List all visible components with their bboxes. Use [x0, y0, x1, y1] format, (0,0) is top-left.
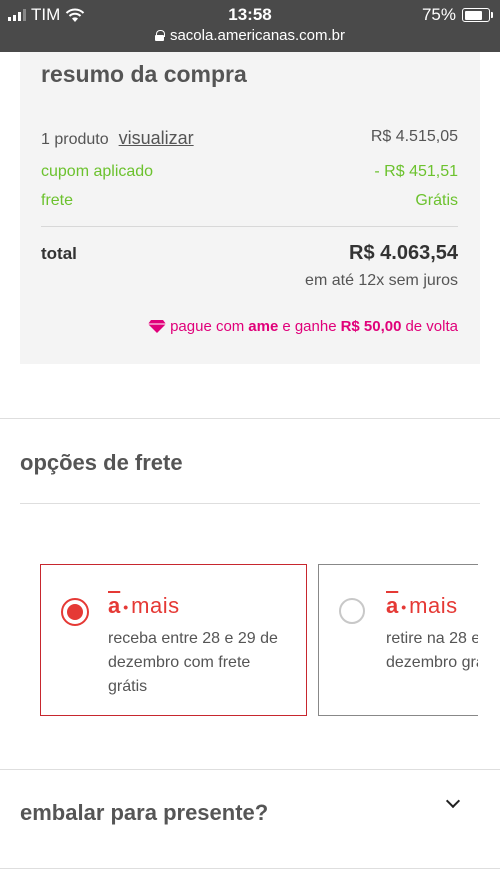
- summary-title: resumo da compra: [41, 61, 247, 87]
- shipping-option-description: retire na 28 e 29 de dezembro grátis: [386, 630, 478, 671]
- ame-brand: ame: [248, 318, 279, 335]
- shipping-label: frete: [41, 192, 74, 209]
- ame-diamond-icon: [148, 320, 167, 333]
- shipping-option-card[interactable]: a • mais receba entre 28 e 29 de dezembro …: [40, 564, 307, 716]
- order-summary-card: resumo da compra 1 produto visualizar R$ …: [20, 52, 480, 364]
- gift-wrap-title[interactable]: embalar para presente?: [20, 800, 268, 826]
- address-bar[interactable]: sacola.americanas.com.br: [0, 27, 500, 44]
- lock-icon: [154, 30, 165, 41]
- ame-prefix: pague com: [170, 318, 245, 335]
- coupon-row: cupom aplicado - R$ 451,51: [41, 163, 458, 181]
- ame-mid: e ganhe: [282, 318, 337, 335]
- chevron-down-icon[interactable]: [445, 793, 461, 809]
- ame-mais-logo: a • mais: [386, 593, 458, 618]
- section-divider: [0, 769, 500, 770]
- radio-unselected[interactable]: [339, 598, 365, 624]
- coupon-label: cupom aplicado: [41, 163, 154, 180]
- view-products-link[interactable]: visualizar: [119, 128, 194, 148]
- url-text[interactable]: sacola.americanas.com.br: [170, 27, 345, 44]
- summary-divider: [41, 226, 458, 227]
- products-row: 1 produto visualizar R$ 4.515,05: [41, 128, 458, 149]
- battery-group: 75%: [421, 5, 493, 25]
- section-divider: [0, 418, 500, 419]
- radio-selected[interactable]: [61, 598, 89, 626]
- total-value: R$ 4.063,54: [349, 242, 458, 264]
- battery-icon: [462, 8, 493, 22]
- ame-mais-logo: a • mais: [108, 593, 180, 618]
- ame-cashback-banner: pague com ame e ganhe R$ 50,00 de volta: [148, 318, 458, 335]
- shipping-option-description: receba entre 28 e 29 de dezembro com fre…: [108, 630, 278, 695]
- installments-text: em até 12x sem juros: [305, 272, 458, 289]
- ame-suffix: de volta: [405, 318, 458, 335]
- shipping-row: frete Grátis: [41, 192, 458, 210]
- battery-percent: 75%: [421, 5, 456, 24]
- shipping-options-title: opções de frete: [20, 450, 183, 475]
- shipping-value: Grátis: [415, 192, 458, 209]
- products-value: R$ 4.515,05: [370, 128, 458, 145]
- status-bar: TIM 13:58 75% sacola.americanas.com.br: [0, 0, 500, 52]
- coupon-value: - R$ 451,51: [374, 163, 458, 180]
- shipping-option-card[interactable]: a•mais retire na 28 e 29 de dezembro grá…: [318, 564, 478, 716]
- ame-amount: R$ 50,00: [340, 318, 402, 335]
- section-divider: [0, 868, 500, 869]
- products-label: 1 produto: [41, 131, 109, 148]
- shipping-title-divider: [20, 503, 480, 504]
- total-label: total: [41, 244, 77, 263]
